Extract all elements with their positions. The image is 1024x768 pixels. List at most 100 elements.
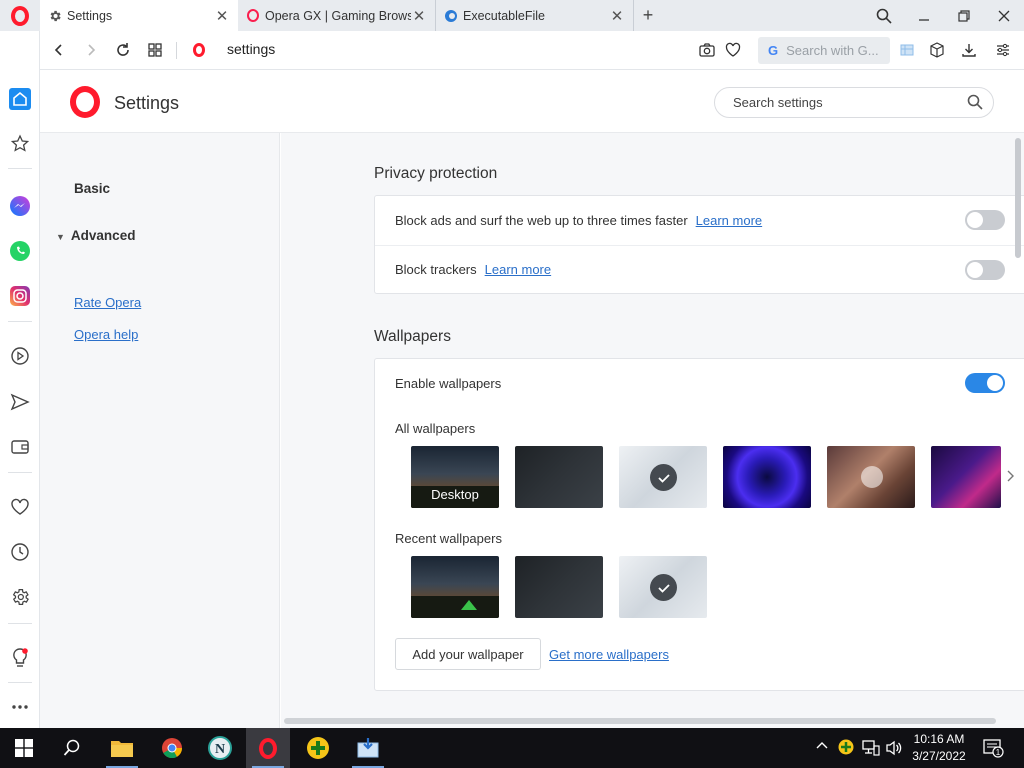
opera-logo-icon [259,737,277,759]
toolbar-divider [176,42,177,59]
minimize-button[interactable] [904,0,944,31]
enable-wallpapers-toggle[interactable] [965,373,1005,393]
forward-button[interactable] [80,39,102,61]
horizontal-scrollbar[interactable] [284,718,996,724]
speed-dial-icon[interactable] [144,39,166,61]
back-button[interactable] [48,39,70,61]
block-trackers-row: Block trackers Learn more [375,245,1024,293]
block-ads-learn-more-link[interactable]: Learn more [696,213,762,228]
chrome-icon[interactable] [150,728,194,768]
wallpapers-card: Enable wallpapers All wallpapers Desktop… [374,358,1024,691]
history-clock-icon[interactable] [6,538,34,566]
easy-setup-icon[interactable] [896,39,918,61]
checkmark-icon [650,574,677,601]
tab-settings[interactable]: Settings ✕ [40,0,238,31]
recent-wallpaper-thumb[interactable] [515,556,603,618]
opera-logo-icon [70,86,100,118]
wallpaper-caption: Desktop [431,487,479,502]
block-trackers-label: Block trackers [395,262,477,277]
tab-opera-gx[interactable]: Opera GX | Gaming Browse ✕ [238,0,436,31]
sidebar-divider [8,682,32,683]
gear-icon [48,9,62,23]
settings-search-input[interactable]: Search settings [714,87,994,118]
search-engine-input[interactable]: G Search with G... [758,37,890,64]
volume-icon[interactable] [885,740,903,759]
more-dots-icon[interactable] [6,693,34,721]
messenger-icon[interactable] [6,192,34,220]
opera-taskbar-icon[interactable] [246,728,290,768]
tab-title: Opera GX | Gaming Browse [265,8,411,23]
recent-wallpaper-thumb[interactable] [411,556,499,618]
sidebar-divider [8,472,32,473]
tab-search-icon[interactable] [864,0,904,31]
close-window-button[interactable] [984,0,1024,31]
installer-icon[interactable] [346,728,390,768]
file-explorer-icon[interactable] [100,728,144,768]
sidebar-divider [8,321,32,322]
wallpaper-dark-thumb[interactable] [515,446,603,508]
extensions-cube-icon[interactable] [926,39,948,61]
block-ads-label: Block ads and surf the web up to three t… [395,212,688,228]
opera-menu-button[interactable] [0,0,40,31]
opera-sidebar [0,31,40,728]
tab-executablefile[interactable]: ExecutableFile ✕ [436,0,634,31]
wallpaper-light-thumb-selected[interactable] [619,446,707,508]
close-tab-icon[interactable]: ✕ [411,8,427,25]
close-tab-icon[interactable]: ✕ [609,8,625,25]
privacy-section-title: Privacy protection [374,165,498,182]
star-icon[interactable] [6,130,34,158]
block-trackers-toggle[interactable] [965,260,1005,280]
network-icon[interactable] [862,740,880,759]
all-wallpapers-label: All wallpapers [395,421,476,436]
nav-advanced[interactable]: ▼ Advanced [56,228,135,243]
close-tab-icon[interactable]: ✕ [214,8,230,25]
restore-button[interactable] [944,0,984,31]
new-tab-button[interactable]: + [636,0,660,31]
reload-button[interactable] [112,39,134,61]
nav-basic[interactable]: Basic [74,181,110,196]
lightbulb-icon[interactable] [6,644,34,672]
easy-setup-menu-icon[interactable] [992,39,1014,61]
wallpaper-neon-thumb[interactable] [931,446,1001,508]
vertical-scrollbar[interactable] [1015,138,1021,258]
tray-overflow-icon[interactable] [816,740,828,755]
opera-gx-icon [246,9,260,23]
opera-page-icon [192,42,206,58]
block-ads-toggle[interactable] [965,210,1005,230]
wallpaper-desktop-thumb[interactable]: Desktop [411,446,499,508]
taskbar-clock[interactable]: 10:16 AM 3/27/2022 [903,731,975,765]
enable-wallpapers-row: Enable wallpapers [375,359,1024,407]
settings-gear-icon[interactable] [6,583,34,611]
notification-center-icon[interactable]: 1 [982,738,1004,761]
snapshot-icon[interactable] [696,39,718,61]
n-app-icon[interactable]: N [198,728,242,768]
bookmark-heart-icon[interactable] [722,39,744,61]
taskbar-search-icon[interactable] [50,728,94,768]
plus-app-icon[interactable] [296,728,340,768]
heart-icon[interactable] [6,493,34,521]
download-icon[interactable] [958,39,980,61]
tray-app-icon[interactable] [838,739,854,758]
wallpaper-purple-swirl-thumb[interactable] [723,446,811,508]
start-button[interactable] [2,728,46,768]
whatsapp-icon[interactable] [6,237,34,265]
home-icon[interactable] [6,85,34,113]
opera-help-link[interactable]: Opera help [74,327,138,342]
wallet-icon[interactable] [6,433,34,461]
clock-time: 10:16 AM [913,732,965,746]
wallpaper-animated-thumb[interactable] [827,446,915,508]
chevron-right-icon[interactable] [1007,469,1015,485]
enable-wallpapers-label: Enable wallpapers [395,375,502,391]
settings-search-placeholder: Search settings [733,95,823,110]
search-engine-placeholder: Search with G... [786,43,879,58]
block-trackers-learn-more-link[interactable]: Learn more [485,262,551,277]
instagram-icon[interactable] [6,282,34,310]
get-more-wallpapers-link[interactable]: Get more wallpapers [549,647,669,662]
recent-wallpaper-thumb-selected[interactable] [619,556,707,618]
player-icon[interactable] [6,342,34,370]
add-wallpaper-button[interactable]: Add your wallpaper [395,638,541,670]
address-input[interactable]: settings [227,41,275,57]
rate-opera-link[interactable]: Rate Opera [74,295,141,310]
play-icon [861,466,883,488]
send-icon[interactable] [6,388,34,416]
